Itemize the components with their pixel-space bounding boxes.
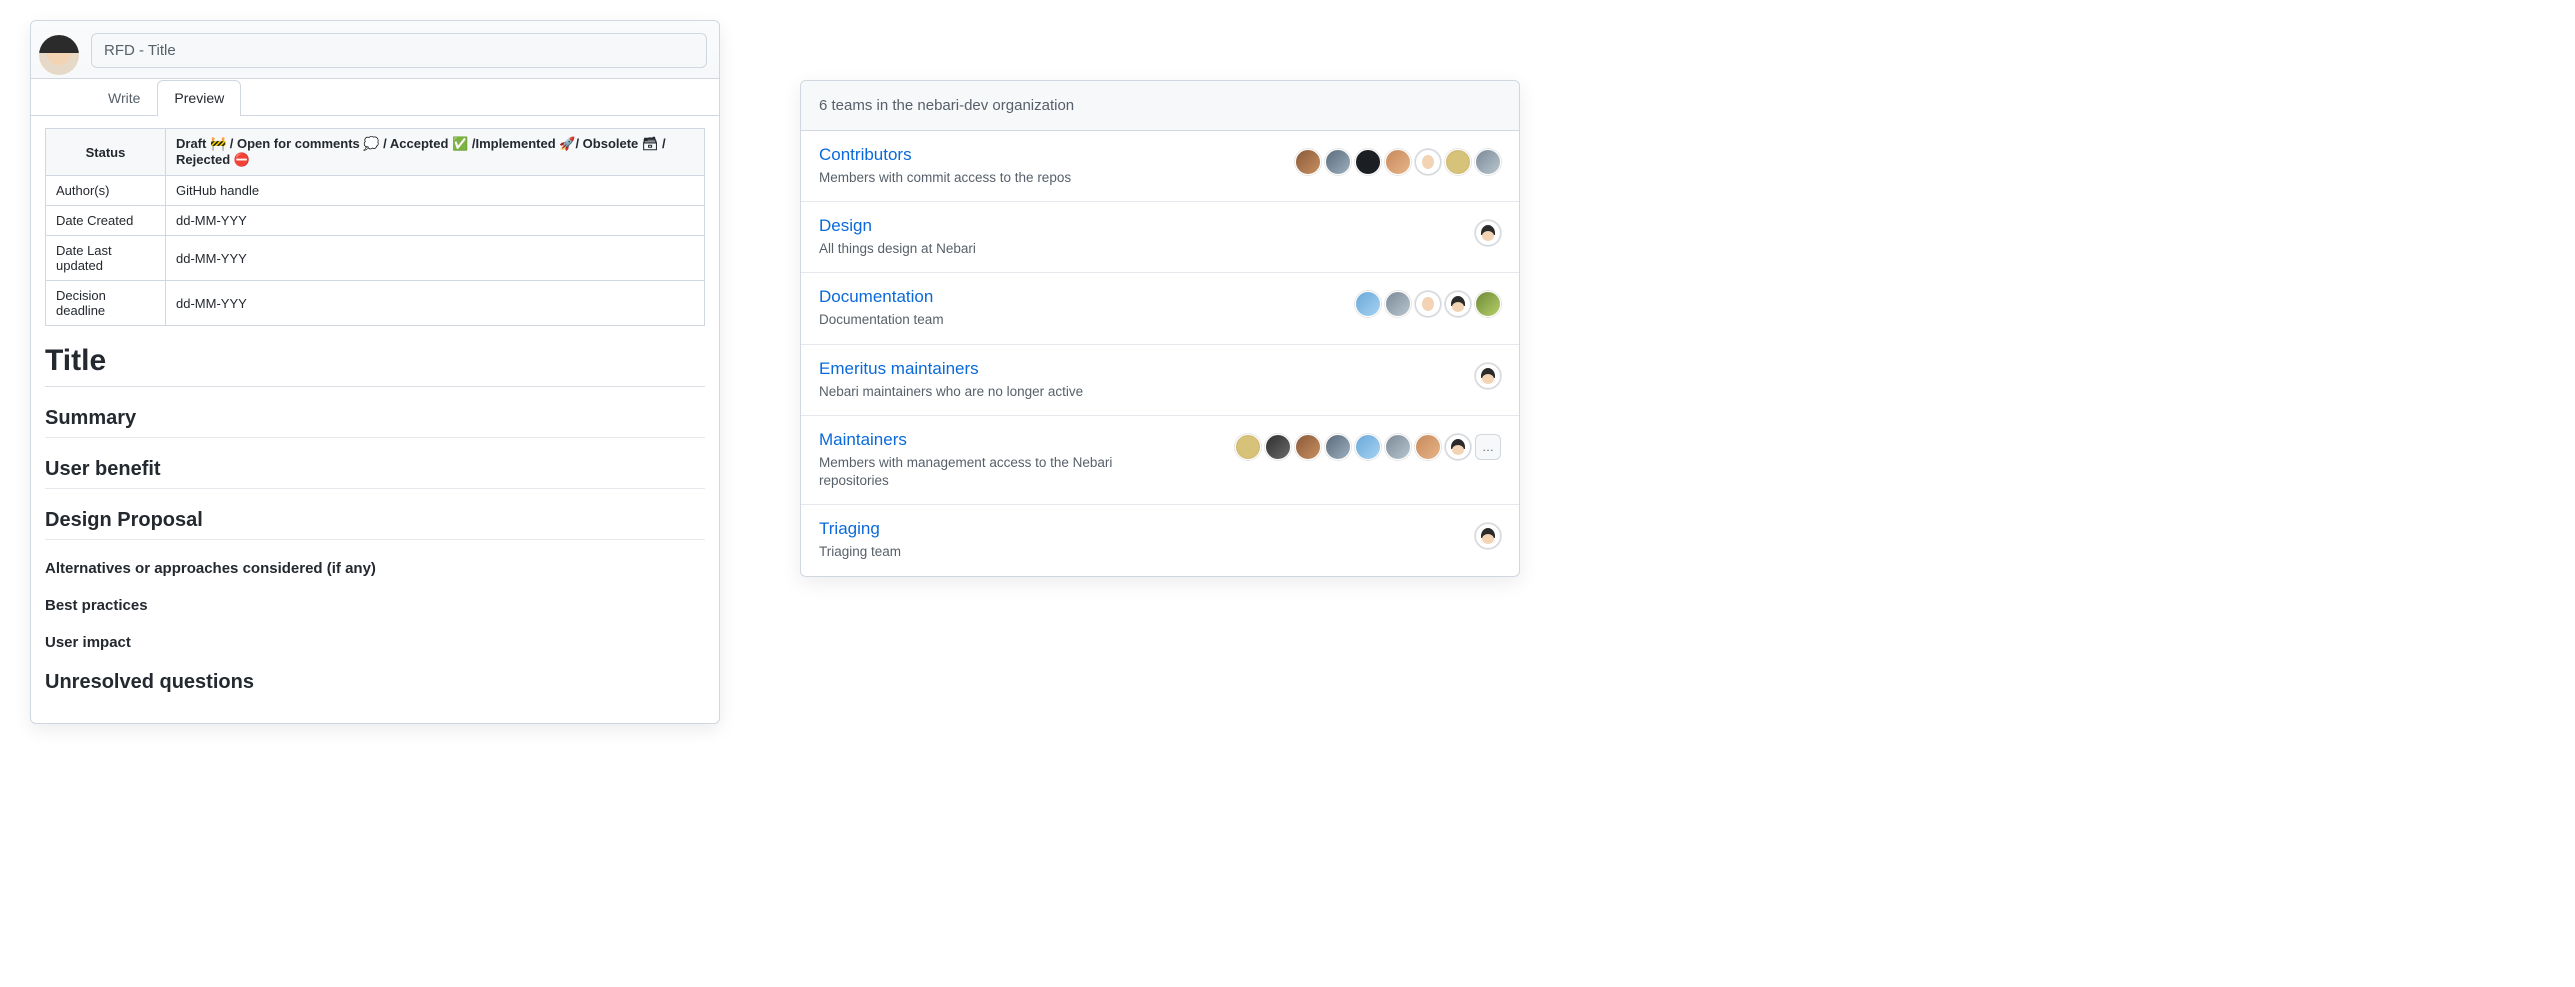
meta-deadline-label: Decision deadline [46,281,166,326]
title-input-wrap [91,33,707,68]
team-row: Triaging Triaging team [801,505,1519,575]
meta-created-value: dd-MM-YYY [166,206,705,236]
avatar-stack [1475,519,1501,549]
tab-preview[interactable]: Preview [157,80,241,116]
member-avatar[interactable] [1385,291,1411,317]
team-description: Members with commit access to the repos [819,169,1139,187]
member-avatar[interactable] [1325,149,1351,175]
teams-header: 6 teams in the nebari-dev organization [801,81,1519,131]
member-avatar[interactable] [1385,149,1411,175]
avatar-stack [1475,359,1501,389]
team-description: Documentation team [819,311,1139,329]
avatar-stack [1475,216,1501,246]
team-info: Documentation Documentation team [819,287,1339,329]
rfd-editor-panel: Write Preview Status Draft 🚧 / Open for … [30,20,720,724]
heading-title: Title [45,344,705,387]
avatar-stack: … [1235,430,1501,460]
meta-status-options: Draft 🚧 / Open for comments 💭 / Accepted… [166,129,705,176]
team-info: Contributors Members with commit access t… [819,145,1279,187]
teams-list: Contributors Members with commit access t… [801,131,1519,576]
member-avatar[interactable] [1355,434,1381,460]
member-avatar[interactable] [1235,434,1261,460]
member-avatar[interactable] [1475,523,1501,549]
meta-author-label: Author(s) [46,176,166,206]
member-avatar[interactable] [1325,434,1351,460]
meta-deadline-value: dd-MM-YYY [166,281,705,326]
member-avatar[interactable] [1415,291,1441,317]
team-row: Documentation Documentation team [801,273,1519,344]
heading-best-practices: Best practices [45,597,705,614]
meta-author-value: GitHub handle [166,176,705,206]
heading-user-impact: User impact [45,634,705,651]
team-row: Emeritus maintainers Nebari maintainers w… [801,345,1519,416]
editor-tabs: Write Preview [31,79,719,116]
heading-unresolved: Unresolved questions [45,671,705,701]
member-avatar[interactable] [1445,434,1471,460]
team-info: Design All things design at Nebari [819,216,1459,258]
author-avatar [39,35,79,75]
team-row: Contributors Members with commit access t… [801,131,1519,202]
table-row: Decision deadline dd-MM-YYY [46,281,705,326]
member-avatar[interactable] [1415,149,1441,175]
member-avatar[interactable] [1475,291,1501,317]
team-link[interactable]: Design [819,216,872,236]
member-avatar[interactable] [1475,149,1501,175]
heading-design-proposal: Design Proposal [45,509,705,540]
more-members-button[interactable]: … [1475,434,1501,460]
member-avatar[interactable] [1415,434,1441,460]
team-link[interactable]: Triaging [819,519,880,539]
member-avatar[interactable] [1355,149,1381,175]
team-link[interactable]: Contributors [819,145,912,165]
team-link[interactable]: Maintainers [819,430,907,450]
team-info: Maintainers Members with management acces… [819,430,1219,490]
table-row: Status Draft 🚧 / Open for comments 💭 / A… [46,129,705,176]
teams-panel: 6 teams in the nebari-dev organization C… [800,80,1520,577]
team-link[interactable]: Emeritus maintainers [819,359,979,379]
heading-user-benefit: User benefit [45,458,705,489]
table-row: Date Created dd-MM-YYY [46,206,705,236]
team-description: Nebari maintainers who are no longer act… [819,383,1139,401]
team-link[interactable]: Documentation [819,287,933,307]
preview-body: Status Draft 🚧 / Open for comments 💭 / A… [31,116,719,723]
tab-write[interactable]: Write [91,80,157,116]
table-row: Author(s) GitHub handle [46,176,705,206]
avatar-stack [1355,287,1501,317]
editor-header [31,21,719,79]
meta-updated-value: dd-MM-YYY [166,236,705,281]
member-avatar[interactable] [1385,434,1411,460]
table-row: Date Last updated dd-MM-YYY [46,236,705,281]
team-description: Members with management access to the Ne… [819,454,1139,490]
meta-created-label: Date Created [46,206,166,236]
issue-title-input[interactable] [91,33,707,68]
meta-status-label: Status [46,129,166,176]
heading-summary: Summary [45,407,705,438]
team-description: Triaging team [819,543,1139,561]
member-avatar[interactable] [1265,434,1291,460]
meta-updated-label: Date Last updated [46,236,166,281]
avatar-stack [1295,145,1501,175]
member-avatar[interactable] [1355,291,1381,317]
team-description: All things design at Nebari [819,240,1139,258]
heading-alternatives: Alternatives or approaches considered (i… [45,560,705,577]
member-avatar[interactable] [1475,363,1501,389]
member-avatar[interactable] [1295,434,1321,460]
member-avatar[interactable] [1445,291,1471,317]
team-info: Triaging Triaging team [819,519,1459,561]
team-row: Design All things design at Nebari [801,202,1519,273]
meta-table: Status Draft 🚧 / Open for comments 💭 / A… [45,128,705,326]
team-info: Emeritus maintainers Nebari maintainers w… [819,359,1459,401]
member-avatar[interactable] [1295,149,1321,175]
member-avatar[interactable] [1445,149,1471,175]
member-avatar[interactable] [1475,220,1501,246]
team-row: Maintainers Members with management acces… [801,416,1519,505]
